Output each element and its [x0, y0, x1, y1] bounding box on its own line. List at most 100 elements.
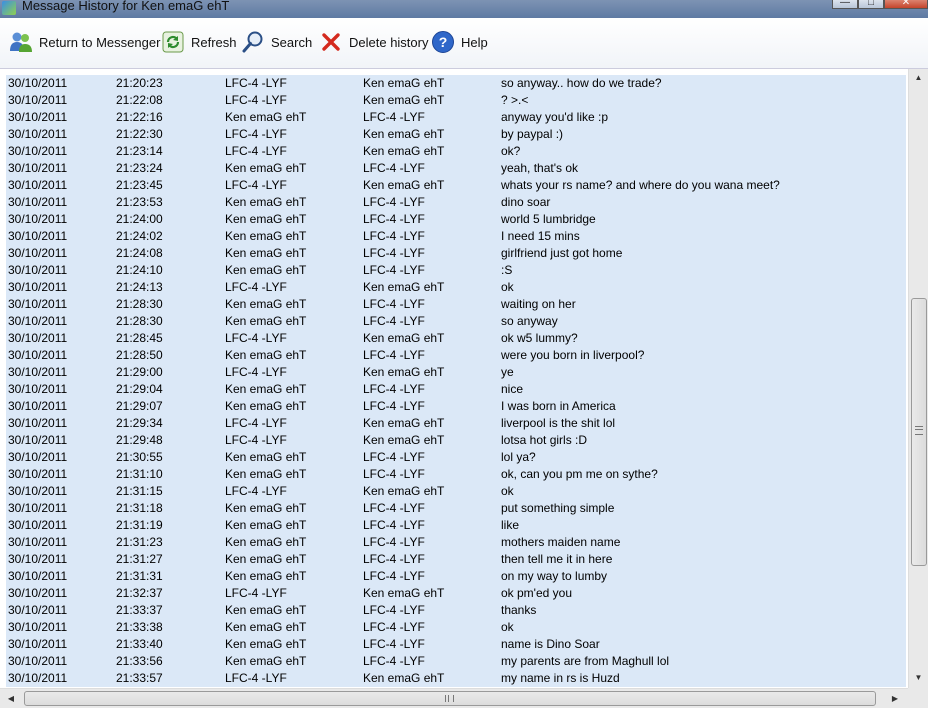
message-row[interactable]: 30/10/2011 21:30:55 Ken emaG ehT LFC-4 -LYF…	[6, 449, 906, 466]
message-row[interactable]: 30/10/2011 21:29:34 LFC-4 -LYF Ken emaG ehT…	[6, 415, 906, 432]
message-text: I was born in America	[501, 399, 616, 413]
message-text: were you born in liverpool?	[501, 348, 645, 362]
message-row[interactable]: 30/10/2011 21:20:23 LFC-4 -LYF Ken emaG ehT…	[6, 75, 906, 92]
message-row[interactable]: 30/10/2011 21:31:31 Ken emaG ehT LFC-4 -LYF…	[6, 568, 906, 585]
message-text: I need 15 mins	[501, 229, 580, 243]
message-date: 30/10/2011	[8, 518, 68, 532]
delete-history-button[interactable]: Delete history	[318, 28, 428, 56]
message-row[interactable]: 30/10/2011 21:32:37 LFC-4 -LYF Ken emaG ehT…	[6, 585, 906, 602]
message-row[interactable]: 30/10/2011 21:33:57 LFC-4 -LYF Ken emaG ehT…	[6, 670, 906, 687]
message-row[interactable]: 30/10/2011 21:29:00 LFC-4 -LYF Ken emaG ehT…	[6, 364, 906, 381]
message-time: 21:31:10	[116, 467, 163, 481]
message-date: 30/10/2011	[8, 110, 68, 124]
search-button[interactable]: Search	[240, 28, 312, 56]
message-recipient: Ken emaG ehT	[363, 416, 445, 430]
message-text: like	[501, 518, 520, 532]
message-date: 30/10/2011	[8, 535, 68, 549]
message-recipient: LFC-4 -LYF	[363, 161, 425, 175]
return-to-messenger-button[interactable]: Return to Messenger	[8, 28, 160, 56]
message-sender: Ken emaG ehT	[225, 518, 307, 532]
message-row[interactable]: 30/10/2011 21:23:45 LFC-4 -LYF Ken emaG ehT…	[6, 177, 906, 194]
message-row[interactable]: 30/10/2011 21:23:53 Ken emaG ehT LFC-4 -LYF…	[6, 194, 906, 211]
message-time: 21:29:07	[116, 399, 163, 413]
message-time: 21:29:34	[116, 416, 163, 430]
message-sender: LFC-4 -LYF	[225, 280, 287, 294]
message-text: on my way to lumby	[501, 569, 608, 583]
message-row[interactable]: 30/10/2011 21:24:13 LFC-4 -LYF Ken emaG ehT…	[6, 279, 906, 296]
help-button[interactable]: ? Help	[430, 28, 488, 56]
message-row[interactable]: 30/10/2011 21:31:10 Ken emaG ehT LFC-4 -LYF…	[6, 466, 906, 483]
message-date: 30/10/2011	[8, 671, 68, 685]
message-text: lotsa hot girls :D	[501, 433, 588, 447]
message-recipient: LFC-4 -LYF	[363, 246, 425, 260]
message-row[interactable]: 30/10/2011 21:33:37 Ken emaG ehT LFC-4 -LYF…	[6, 602, 906, 619]
message-text: waiting on her	[501, 297, 576, 311]
horizontal-scrollbar[interactable]: ◀ ▶	[0, 688, 908, 708]
message-time: 21:31:15	[116, 484, 163, 498]
message-time: 21:28:30	[116, 314, 163, 328]
message-row[interactable]: 30/10/2011 21:24:10 Ken emaG ehT LFC-4 -LYF…	[6, 262, 906, 279]
message-row[interactable]: 30/10/2011 21:29:48 LFC-4 -LYF Ken emaG ehT…	[6, 432, 906, 449]
message-row[interactable]: 30/10/2011 21:31:18 Ken emaG ehT LFC-4 -LYF…	[6, 500, 906, 517]
message-row[interactable]: 30/10/2011 21:24:08 Ken emaG ehT LFC-4 -LYF…	[6, 245, 906, 262]
window-title: Message History for Ken emaG ehT	[22, 0, 230, 13]
scroll-right-arrow-icon[interactable]: ▶	[886, 689, 904, 708]
message-text: then tell me it in here	[501, 552, 613, 566]
message-text: thanks	[501, 603, 537, 617]
message-date: 30/10/2011	[8, 76, 68, 90]
message-text: ye	[501, 365, 514, 379]
message-date: 30/10/2011	[8, 144, 68, 158]
message-recipient: LFC-4 -LYF	[363, 569, 425, 583]
message-row[interactable]: 30/10/2011 21:23:24 Ken emaG ehT LFC-4 -LYF…	[6, 160, 906, 177]
scroll-down-arrow-icon[interactable]: ▼	[909, 669, 928, 686]
message-row[interactable]: 30/10/2011 21:33:40 Ken emaG ehT LFC-4 -LYF…	[6, 636, 906, 653]
message-row[interactable]: 30/10/2011 21:24:02 Ken emaG ehT LFC-4 -LYF…	[6, 228, 906, 245]
message-row[interactable]: 30/10/2011 21:22:30 LFC-4 -LYF Ken emaG ehT…	[6, 126, 906, 143]
message-row[interactable]: 30/10/2011 21:31:15 LFC-4 -LYF Ken emaG ehT…	[6, 483, 906, 500]
message-row[interactable]: 30/10/2011 21:31:23 Ken emaG ehT LFC-4 -LYF…	[6, 534, 906, 551]
message-recipient: Ken emaG ehT	[363, 671, 445, 685]
message-history-list[interactable]: 30/10/2011 21:20:23 LFC-4 -LYF Ken emaG ehT…	[0, 69, 908, 688]
message-row[interactable]: 30/10/2011 21:31:19 Ken emaG ehT LFC-4 -LYF…	[6, 517, 906, 534]
refresh-button[interactable]: Refresh	[160, 28, 237, 56]
search-icon	[240, 29, 266, 55]
message-text: :S	[501, 263, 513, 277]
message-row[interactable]: 30/10/2011 21:22:08 LFC-4 -LYF Ken emaG ehT…	[6, 92, 906, 109]
message-row[interactable]: 30/10/2011 21:28:30 Ken emaG ehT LFC-4 -LYF…	[6, 296, 906, 313]
message-time: 21:33:40	[116, 637, 163, 651]
message-row[interactable]: 30/10/2011 21:28:50 Ken emaG ehT LFC-4 -LYF…	[6, 347, 906, 364]
message-date: 30/10/2011	[8, 654, 68, 668]
message-text: name is Dino Soar	[501, 637, 600, 651]
message-row[interactable]: 30/10/2011 21:29:04 Ken emaG ehT LFC-4 -LYF…	[6, 381, 906, 398]
horizontal-scroll-thumb[interactable]	[24, 691, 876, 706]
scroll-up-arrow-icon[interactable]: ▲	[909, 69, 928, 86]
delete-history-label: Delete history	[349, 34, 429, 50]
message-time: 21:33:57	[116, 671, 163, 685]
message-row[interactable]: 30/10/2011 21:28:30 Ken emaG ehT LFC-4 -LYF…	[6, 313, 906, 330]
message-time: 21:33:56	[116, 654, 163, 668]
message-date: 30/10/2011	[8, 314, 68, 328]
message-time: 21:31:27	[116, 552, 163, 566]
message-text: my name in rs is Huzd	[501, 671, 620, 685]
message-row[interactable]: 30/10/2011 21:31:27 Ken emaG ehT LFC-4 -LYF…	[6, 551, 906, 568]
toolbar: Return to Messenger Refresh Search Delet…	[0, 18, 928, 69]
message-date: 30/10/2011	[8, 620, 68, 634]
message-row[interactable]: 30/10/2011 21:33:38 Ken emaG ehT LFC-4 -LYF…	[6, 619, 906, 636]
message-sender: LFC-4 -LYF	[225, 93, 287, 107]
message-row[interactable]: 30/10/2011 21:24:00 Ken emaG ehT LFC-4 -LYF…	[6, 211, 906, 228]
close-button[interactable]: ✕	[884, 0, 928, 9]
vertical-scrollbar[interactable]: ▲ ▼	[908, 69, 928, 688]
message-recipient: Ken emaG ehT	[363, 433, 445, 447]
message-row[interactable]: 30/10/2011 21:28:45 LFC-4 -LYF Ken emaG ehT…	[6, 330, 906, 347]
maximize-button[interactable]: □	[858, 0, 884, 9]
message-row[interactable]: 30/10/2011 21:23:14 LFC-4 -LYF Ken emaG ehT…	[6, 143, 906, 160]
vertical-scroll-thumb[interactable]	[911, 298, 927, 566]
minimize-button[interactable]: —	[832, 0, 858, 9]
message-sender: Ken emaG ehT	[225, 246, 307, 260]
scroll-left-arrow-icon[interactable]: ◀	[2, 689, 20, 708]
message-date: 30/10/2011	[8, 127, 68, 141]
message-row[interactable]: 30/10/2011 21:29:07 Ken emaG ehT LFC-4 -LYF…	[6, 398, 906, 415]
message-row[interactable]: 30/10/2011 21:22:16 Ken emaG ehT LFC-4 -LYF…	[6, 109, 906, 126]
message-time: 21:32:37	[116, 586, 163, 600]
message-row[interactable]: 30/10/2011 21:33:56 Ken emaG ehT LFC-4 -LYF…	[6, 653, 906, 670]
